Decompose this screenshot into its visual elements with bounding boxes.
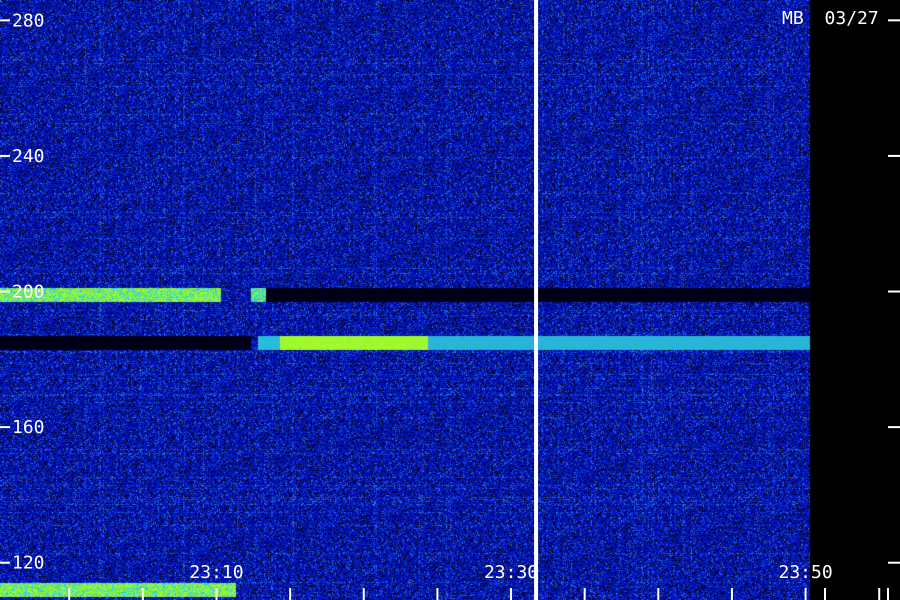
- y-tick-label: 280: [12, 10, 45, 31]
- x-tick-label: 23:30: [484, 562, 538, 583]
- date-label: 03/27: [825, 8, 879, 29]
- y-tick-label: 240: [12, 146, 45, 167]
- x-axis: 23:10 23:30 23:50: [68, 562, 889, 600]
- y-axis: 120 160 200 240 280: [0, 10, 900, 574]
- x-tick-label: 23:10: [189, 562, 243, 583]
- y-tick-label: 120: [12, 553, 45, 574]
- x-tick-label: 23:50: [778, 562, 832, 583]
- station-date-badge: MB 03/27: [782, 8, 879, 29]
- y-tick-label: 160: [12, 417, 45, 438]
- station-code: MB: [782, 8, 804, 29]
- y-tick-label: 200: [12, 282, 45, 303]
- chart-overlay: 120 160 200 240 280 23:10 23:30 23:50 MB 03/27: [0, 0, 900, 600]
